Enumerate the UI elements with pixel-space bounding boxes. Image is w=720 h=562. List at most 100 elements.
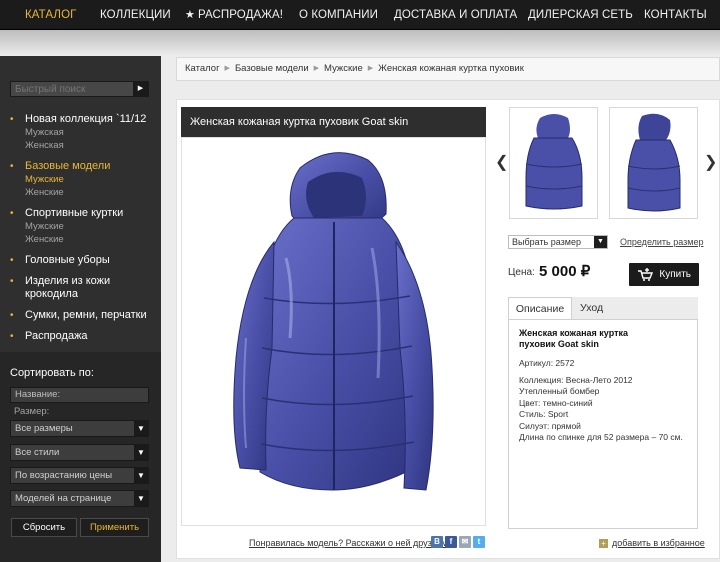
per-page-dropdown[interactable]: Моделей на странице ▼ [10,490,149,507]
sidebar: ▶ • Новая коллекция `11/12 Мужская Женска… [0,56,161,562]
thumbnail-side[interactable] [609,107,698,219]
vk-icon[interactable]: B [431,536,443,548]
category-crocodile[interactable]: • Изделия из кожи крокодила [10,275,115,301]
nav-sale-label: РАСПРОДАЖА! [197,9,284,21]
triangle-right-icon: ▶ [367,65,374,72]
triangle-right-icon: ▶ [224,65,230,72]
facebook-icon[interactable]: f [445,536,457,548]
nav-dealers[interactable]: ДИЛЕРСКАЯ СЕТЬ [528,0,633,30]
size-select-value: Выбрать размер [512,237,581,247]
subcategory-men[interactable]: Мужские [25,221,64,232]
category-headwear[interactable]: • Головные уборы [10,254,110,267]
tab-description[interactable]: Описание [508,297,572,320]
price-label: Цена: [508,267,535,278]
subcategory-women[interactable]: Женские [25,234,64,245]
description-line: Длина по спинке для 52 размера – 70 см. [519,432,683,442]
category-label: Распродажа [25,330,88,342]
size-select[interactable]: Выбрать размер ▼ [508,235,608,249]
nav-about[interactable]: О КОМПАНИИ [299,0,378,30]
description-line: Силуэт: прямой [519,420,581,431]
tab-bar: Описание Уход [508,297,698,320]
description-line: Утепленный бомбер [519,386,600,396]
breadcrumb-catalog[interactable]: Каталог [185,63,220,74]
description-line: Коллекция: Весна-Лето 2012 [519,374,633,385]
description-line: Стиль: Sport [519,409,569,419]
category-base-models[interactable]: • Базовые модели [10,160,110,173]
chevron-left-icon[interactable]: ❮ [495,152,508,172]
bullet-icon: • [10,276,14,287]
thumbnail-back[interactable] [509,107,598,219]
subcategory-women[interactable]: Женские [25,187,64,198]
apply-button[interactable]: Применить [80,518,149,537]
twitter-icon[interactable]: t [473,536,485,548]
dropdown-value: Моделей на странице [15,493,112,504]
subcategory-men[interactable]: Мужские [25,174,64,185]
description-panel: Женская кожаная куртка пуховик Goat skin… [508,319,698,529]
category-label: Сумки, ремни, перчатки [25,309,147,321]
quick-search: ▶ [10,81,149,97]
chevron-right-icon[interactable]: ❯ [704,152,717,172]
order-dropdown[interactable]: По возрастанию цены ▼ [10,467,149,484]
star-icon: ★ [185,9,195,21]
tab-care[interactable]: Уход [580,297,603,319]
category-new-collection[interactable]: • Новая коллекция `11/12 [10,113,146,126]
chevron-down-icon: ▼ [134,491,148,506]
category-label: Изделия из кожи крокодила [25,275,111,300]
nav-delivery[interactable]: ДОСТАВКА И ОПЛАТА [394,0,517,30]
description-heading: Женская кожаная куртка пуховик Goat skin [519,328,628,349]
subcategory-men[interactable]: Мужская [25,127,64,138]
buy-label: Купить [659,269,691,280]
sort-title: Сортировать по: [10,367,94,379]
description-article: Артикул: 2572 [519,358,575,368]
share-icon[interactable]: ✉ [459,536,471,548]
breadcrumb-men[interactable]: Мужские [324,63,363,74]
reset-button[interactable]: Сбросить [11,518,77,537]
top-nav: КАТАЛОГ КОЛЛЕКЦИИ ★ РАСПРОДАЖА! О КОМПАНИ… [0,0,720,30]
chevron-down-icon: ▼ [134,468,148,483]
plus-icon: + [599,539,608,548]
search-go-icon[interactable]: ▶ [133,82,148,96]
dropdown-value: Все размеры [15,423,73,434]
nav-collections[interactable]: КОЛЛЕКЦИИ [100,0,171,30]
description-line: Цвет: темно-синий [519,397,593,408]
chevron-down-icon: ▼ [134,445,148,460]
breadcrumb-base-models[interactable]: Базовые модели [235,63,309,74]
cart-icon [638,268,653,281]
share-link[interactable]: Понравилась модель? Расскажи о ней друзь… [249,538,448,548]
size-guide-link[interactable]: Определить размер [620,237,703,247]
category-sport-jackets[interactable]: • Спортивные куртки [10,207,123,220]
bullet-icon: • [10,208,14,219]
bullet-icon: • [10,255,14,266]
style-dropdown[interactable]: Все стили ▼ [10,444,149,461]
favorite-label: добавить в избранное [612,538,705,548]
chevron-down-icon: ▼ [134,421,148,436]
category-label: Новая коллекция `11/12 [25,113,147,125]
product-photo[interactable] [181,137,486,526]
subcategory-women[interactable]: Женская [25,140,64,151]
price-value: 5 000 ₽ [539,263,591,280]
category-sale[interactable]: • Распродажа [10,330,88,343]
breadcrumb: Каталог ▶ Базовые модели ▶ Мужские ▶ Женская к… [176,57,720,81]
chevron-down-icon: ▼ [594,236,607,248]
category-label: Базовые модели [25,160,111,172]
bullet-icon: • [10,114,14,125]
search-input[interactable] [11,82,133,96]
size-dropdown[interactable]: Все размеры ▼ [10,420,149,437]
nav-sale[interactable]: ★ РАСПРОДАЖА! [185,0,283,30]
jacket-back-image [525,114,583,210]
nav-catalog[interactable]: КАТАЛОГ [25,0,76,30]
add-to-favorites[interactable]: + добавить в избранное [599,538,705,548]
category-bags[interactable]: • Сумки, ремни, перчатки [10,309,147,322]
sidebar-catalog [0,56,161,352]
jacket-image [233,152,434,491]
dropdown-value: Все стили [15,447,60,458]
triangle-right-icon: ▶ [313,65,320,72]
header-shadow [0,30,720,56]
sort-size-label: Размер: [14,406,50,417]
category-label: Головные уборы [25,254,110,266]
buy-button[interactable]: Купить [629,263,699,286]
nav-contacts[interactable]: КОНТАКТЫ [644,0,707,30]
bullet-icon: • [10,161,14,172]
sort-name-field[interactable]: Название: [10,387,149,403]
bullet-icon: • [10,310,14,321]
